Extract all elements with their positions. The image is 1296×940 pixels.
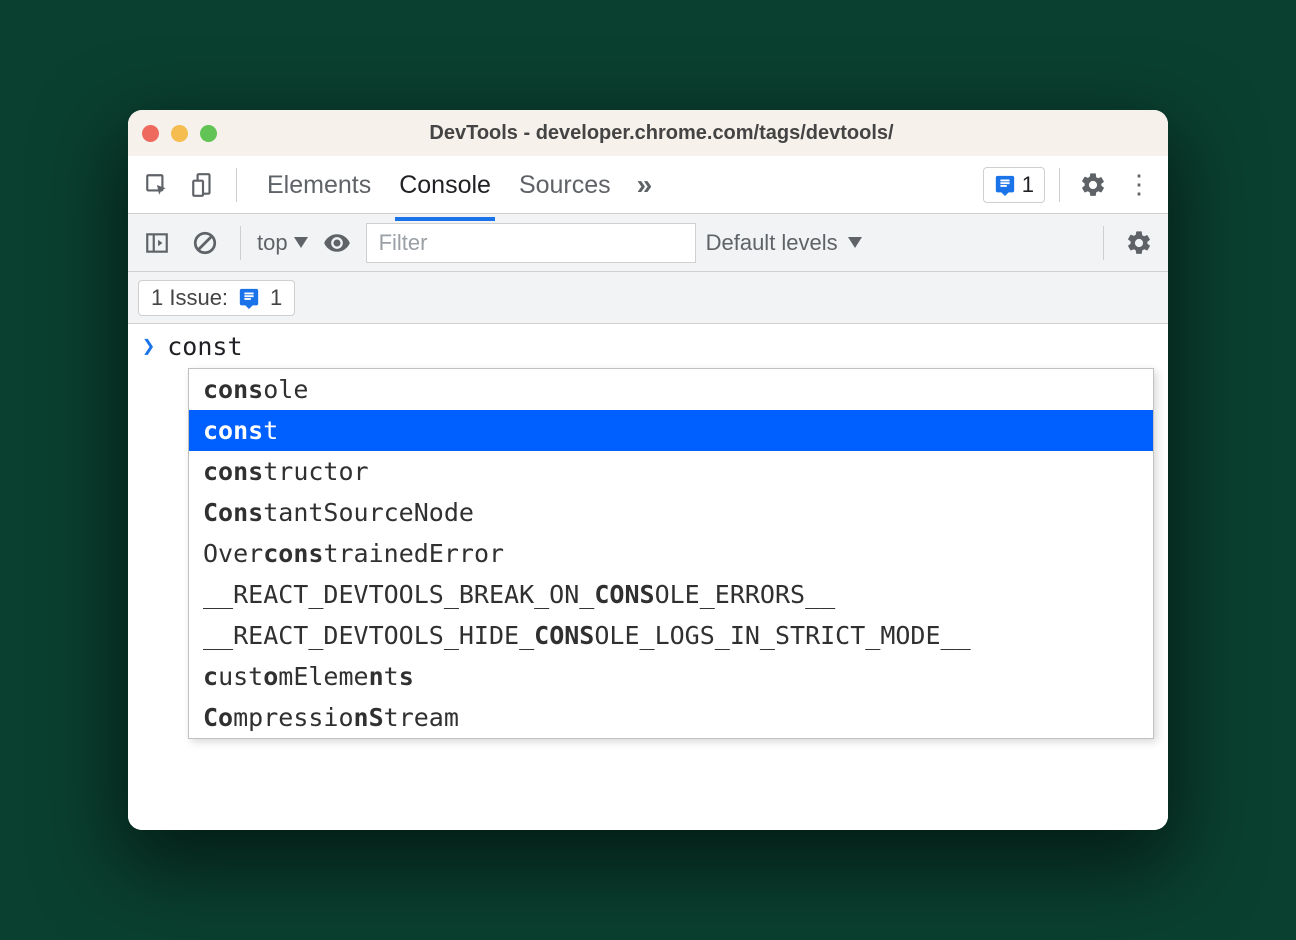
- tab-elements[interactable]: Elements: [265, 159, 373, 210]
- clear-console-icon[interactable]: [186, 224, 224, 262]
- more-tabs-icon[interactable]: »: [637, 169, 653, 201]
- autocomplete-item[interactable]: __REACT_DEVTOOLS_HIDE_CONSOLE_LOGS_IN_ST…: [189, 615, 1153, 656]
- devtools-window: DevTools - developer.chrome.com/tags/dev…: [128, 110, 1168, 830]
- chevron-down-icon: [848, 237, 862, 248]
- console-body: ❯ const consoleconstconstructorConstantS…: [128, 324, 1168, 830]
- console-settings-icon[interactable]: [1120, 224, 1158, 262]
- tab-sources[interactable]: Sources: [517, 159, 613, 210]
- show-sidebar-icon[interactable]: [138, 224, 176, 262]
- context-select[interactable]: top: [257, 230, 308, 256]
- separator: [240, 226, 241, 260]
- separator: [1059, 168, 1060, 202]
- settings-icon[interactable]: [1074, 166, 1112, 204]
- autocomplete-item[interactable]: CompressionStream: [189, 697, 1153, 738]
- autocomplete-item[interactable]: customElements: [189, 656, 1153, 697]
- minimize-window-button[interactable]: [171, 125, 188, 142]
- issues-label: 1 Issue:: [151, 285, 228, 311]
- device-toggle-icon[interactable]: [184, 166, 222, 204]
- log-levels-label: Default levels: [706, 230, 838, 256]
- issues-counter-value: 1: [1022, 174, 1034, 196]
- console-input[interactable]: const: [167, 332, 242, 361]
- autocomplete-item[interactable]: console: [189, 369, 1153, 410]
- prompt-icon: ❯: [142, 334, 155, 359]
- window-titlebar: DevTools - developer.chrome.com/tags/dev…: [128, 110, 1168, 156]
- console-toolbar: top Default levels: [128, 214, 1168, 272]
- zoom-window-button[interactable]: [200, 125, 217, 142]
- autocomplete-item[interactable]: constructor: [189, 451, 1153, 492]
- autocomplete-item[interactable]: __REACT_DEVTOOLS_BREAK_ON_CONSOLE_ERRORS…: [189, 574, 1153, 615]
- issues-badge[interactable]: 1 Issue: 1: [138, 280, 295, 316]
- issues-counter[interactable]: 1: [983, 167, 1045, 203]
- autocomplete-item[interactable]: const: [189, 410, 1153, 451]
- log-levels-select[interactable]: Default levels: [706, 230, 862, 256]
- tab-console[interactable]: Console: [397, 159, 493, 210]
- live-expression-icon[interactable]: [318, 224, 356, 262]
- issues-bar: 1 Issue: 1: [128, 272, 1168, 324]
- issues-badge-count: 1: [270, 285, 282, 311]
- chevron-down-icon: [294, 237, 308, 248]
- context-value: top: [257, 230, 288, 256]
- close-window-button[interactable]: [142, 125, 159, 142]
- inspect-element-icon[interactable]: [138, 166, 176, 204]
- console-prompt[interactable]: ❯ const: [142, 332, 1154, 361]
- window-controls: [142, 125, 217, 142]
- panel-tabs: Elements Console Sources »: [265, 159, 652, 210]
- autocomplete-item[interactable]: ConstantSourceNode: [189, 492, 1153, 533]
- separator: [236, 168, 237, 202]
- main-toolbar: Elements Console Sources » 1 ⋮: [128, 156, 1168, 214]
- more-options-icon[interactable]: ⋮: [1120, 166, 1158, 204]
- filter-input[interactable]: [366, 223, 696, 263]
- autocomplete-popup: consoleconstconstructorConstantSourceNod…: [188, 368, 1154, 739]
- window-title: DevTools - developer.chrome.com/tags/dev…: [235, 122, 1088, 145]
- separator: [1103, 226, 1104, 260]
- autocomplete-item[interactable]: OverconstrainedError: [189, 533, 1153, 574]
